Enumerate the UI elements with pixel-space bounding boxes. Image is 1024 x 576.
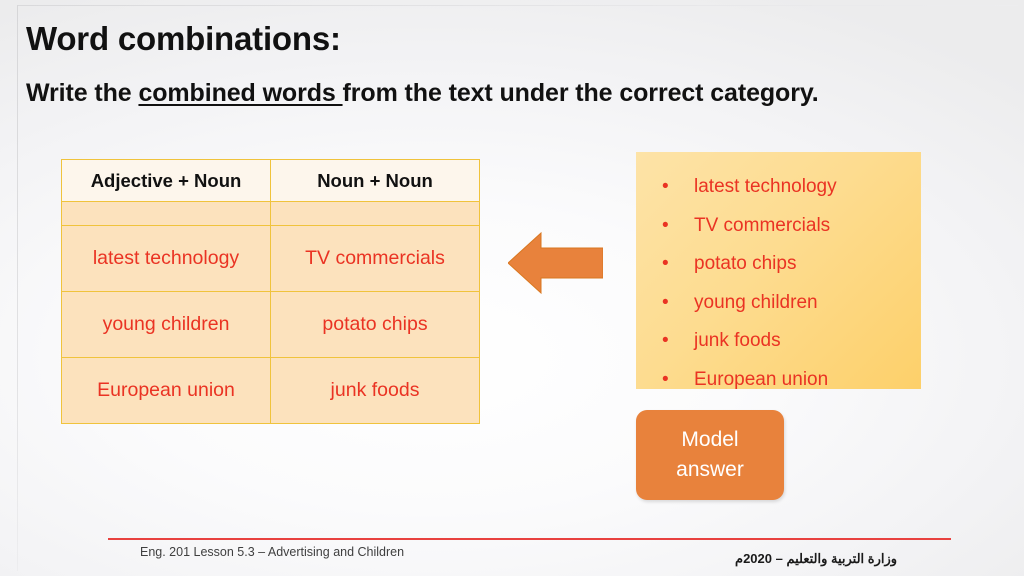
- table-spacer-cell: [270, 201, 480, 226]
- footer-ministry-label: وزارة التربية والتعليم – 2020م: [735, 551, 898, 566]
- table-header-row: Adjective + Noun Noun + Noun: [61, 159, 480, 202]
- list-item: • European union: [658, 361, 921, 400]
- list-item: • junk foods: [658, 322, 921, 361]
- table-cell: TV commercials: [270, 225, 480, 292]
- table-row: latest technology TV commercials: [61, 225, 480, 292]
- answer-table: Adjective + Noun Noun + Noun latest tech…: [61, 159, 480, 424]
- slide-left-edge-line: [17, 5, 18, 571]
- bullet-icon: •: [662, 214, 669, 236]
- list-item: • TV commercials: [658, 207, 921, 246]
- list-item-label: potato chips: [694, 253, 797, 274]
- model-answer-button[interactable]: Model answer: [636, 410, 784, 500]
- bullet-icon: •: [662, 253, 669, 274]
- word-list-box: • latest technology • TV commercials • pota…: [636, 152, 921, 390]
- slide-canvas: Word combinations: Write the combined wo…: [0, 0, 1024, 576]
- bullet-icon: •: [662, 176, 669, 197]
- instruction-text-underlined: combined words: [138, 79, 343, 107]
- list-item-label: junk foods: [694, 330, 781, 351]
- footer-divider: [108, 538, 951, 540]
- list-item-label: TV commercials: [694, 214, 831, 236]
- bullet-icon: •: [662, 368, 669, 390]
- table-row: European union junk foods: [61, 357, 480, 424]
- instruction-text-after: from the text under the correct category…: [342, 79, 819, 107]
- table-cell: young children: [61, 291, 271, 358]
- word-list: • latest technology • TV commercials • pota…: [658, 168, 921, 399]
- list-item: • latest technology: [658, 168, 921, 207]
- table-row: young children potato chips: [61, 291, 480, 358]
- list-item-label: European union: [694, 368, 829, 390]
- table-cell: potato chips: [270, 291, 480, 358]
- table-cell: latest technology: [61, 225, 271, 292]
- instruction-text: Write the combined words from the text u…: [26, 79, 819, 108]
- list-item: • potato chips: [658, 245, 921, 284]
- table-cell: junk foods: [270, 357, 480, 424]
- list-item-label: young children: [694, 291, 818, 313]
- model-answer-button-line1: Model: [681, 428, 739, 451]
- list-item-label: latest technology: [694, 176, 837, 197]
- table-header-adjective-noun: Adjective + Noun: [61, 159, 271, 202]
- page-title: Word combinations:: [26, 20, 341, 57]
- footer-lesson-label: Eng. 201 Lesson 5.3 – Advertising and Ch…: [140, 545, 405, 559]
- list-item: • young children: [658, 284, 921, 323]
- slide-top-edge-line: [18, 5, 1018, 6]
- model-answer-button-line2: answer: [676, 458, 744, 481]
- table-spacer-cell: [61, 201, 271, 226]
- bullet-icon: •: [662, 291, 669, 313]
- table-spacer-row: [61, 201, 480, 226]
- bullet-icon: •: [662, 330, 669, 351]
- table-cell: European union: [61, 357, 271, 424]
- instruction-text-before: Write the: [26, 79, 139, 107]
- left-arrow-icon: [508, 231, 603, 295]
- table-header-noun-noun: Noun + Noun: [270, 159, 480, 202]
